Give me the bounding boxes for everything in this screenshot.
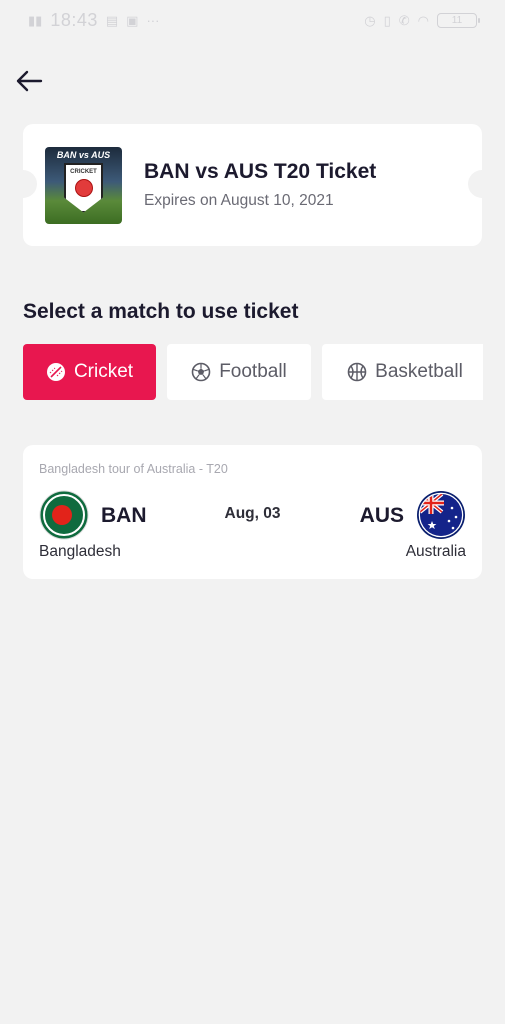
tab-cricket[interactable]: Cricket (23, 344, 156, 400)
vibrate-icon: ▯ (383, 12, 391, 28)
alarm-icon: ◷ (364, 12, 376, 28)
match-date: Aug, 03 (224, 505, 281, 522)
status-bar: ▮▮ 18:43 ▤ ▣ ··· ◷ ▯ ✆ ◠ 11 (0, 0, 505, 40)
ticket-notch-right (468, 170, 496, 198)
section-title: Select a match to use ticket (23, 300, 299, 323)
match-card[interactable]: Bangladesh tour of Australia - T20 BAN B… (23, 445, 482, 579)
ticket-title: BAN vs AUS T20 Ticket (144, 160, 377, 183)
football-icon (191, 362, 211, 382)
status-time: 18:43 (50, 9, 98, 30)
basketball-icon (347, 362, 367, 382)
more-notifications-icon: ··· (146, 12, 160, 28)
battery-icon: 11 (437, 12, 480, 28)
sport-tabs: Cricket Football Basketball (23, 344, 483, 400)
ticket-card: BAN vs AUS CRICKET BAN vs AUS T20 Ticket… (9, 124, 496, 246)
ticket-thumbnail: BAN vs AUS CRICKET (45, 146, 122, 224)
tab-cricket-label: Cricket (73, 361, 134, 382)
arrow-left-icon (16, 70, 43, 92)
away-team-code: AUS (359, 504, 404, 527)
status-right: ◷ ▯ ✆ ◠ 11 (364, 12, 480, 28)
match-series: Bangladesh tour of Australia - T20 (39, 462, 228, 476)
shield-icon: CRICKET (64, 162, 103, 213)
australia-flag-icon (416, 490, 466, 540)
home-team-name: Bangladesh (39, 543, 121, 560)
signal-icon: ▮▮ (28, 12, 43, 28)
tab-football[interactable]: Football (167, 344, 311, 400)
thumbnail-label: CRICKET (70, 168, 97, 175)
battery-level: 11 (451, 14, 463, 26)
gallery-icon: ▣ (126, 12, 139, 28)
call-icon: ✆ (398, 12, 410, 28)
ticket-notch-left (9, 170, 37, 198)
status-left: ▮▮ 18:43 ▤ ▣ ··· (28, 10, 159, 31)
cricket-ball-icon (46, 362, 66, 382)
data-speed-icon: ▤ (105, 12, 119, 28)
tab-football-label: Football (219, 361, 287, 382)
thumbnail-title: BAN vs AUS (56, 149, 111, 160)
wifi-icon: ◠ (417, 12, 429, 28)
ticket-expiry: Expires on August 10, 2021 (144, 192, 334, 209)
cricket-ball-icon (74, 178, 93, 197)
back-button[interactable] (12, 64, 46, 98)
tab-basketball-label: Basketball (375, 361, 463, 382)
ticket-info: BAN vs AUS T20 Ticket Expires on August … (144, 160, 376, 210)
away-team-name: Australia (405, 543, 466, 560)
tab-basketball[interactable]: Basketball (322, 344, 483, 400)
